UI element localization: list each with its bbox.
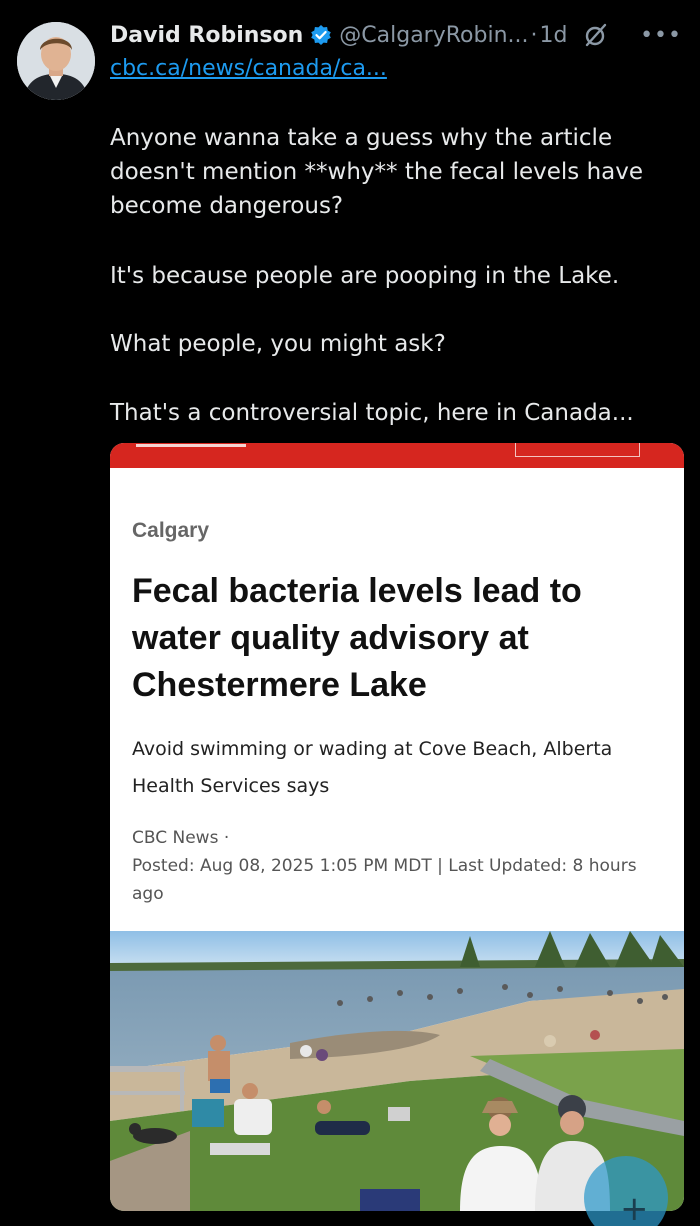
cbc-header-bar bbox=[110, 443, 684, 468]
article-meta: CBC News · Posted: Aug 08, 2025 1:05 PM … bbox=[132, 824, 652, 908]
grok-icon[interactable] bbox=[583, 22, 609, 48]
author-name[interactable]: David Robinson bbox=[110, 23, 303, 48]
author-handle[interactable]: @CalgaryRobin... bbox=[339, 23, 528, 48]
more-icon[interactable]: ••• bbox=[640, 23, 682, 48]
article-screenshot-card[interactable]: Calgary Fecal bacteria levels lead to wa… bbox=[110, 443, 684, 1211]
tweet-text-paragraph: Anyone wanna take a guess why the articl… bbox=[110, 125, 644, 219]
tweet-text-paragraph: It's because people are pooping in the L… bbox=[110, 263, 620, 289]
separator-dot: · bbox=[530, 22, 538, 48]
verified-badge-icon bbox=[310, 24, 332, 46]
cbc-logo-fragment bbox=[136, 443, 246, 447]
article-deck: Avoid swimming or wading at Cove Beach, … bbox=[132, 738, 613, 797]
avatar[interactable] bbox=[17, 22, 95, 100]
tweet-timestamp[interactable]: 1d bbox=[540, 23, 568, 48]
article-dateline: Posted: Aug 08, 2025 1:05 PM MDT | Last … bbox=[132, 856, 637, 904]
article-link[interactable]: cbc.ca/news/canada/ca... bbox=[110, 56, 387, 81]
tweet-text-paragraph: That's a controversial topic, here in Ca… bbox=[110, 400, 634, 426]
header-nav-box bbox=[515, 443, 640, 457]
plus-icon: + bbox=[620, 1189, 649, 1226]
article-kicker: Calgary bbox=[132, 519, 210, 542]
article-headline: Fecal bacteria levels lead to water qual… bbox=[132, 572, 582, 704]
article-source: CBC News · bbox=[132, 828, 230, 848]
tweet-text-paragraph: What people, you might ask? bbox=[110, 331, 446, 357]
tweet-header: David Robinson @CalgaryRobin... · 1d ••• bbox=[110, 18, 690, 52]
